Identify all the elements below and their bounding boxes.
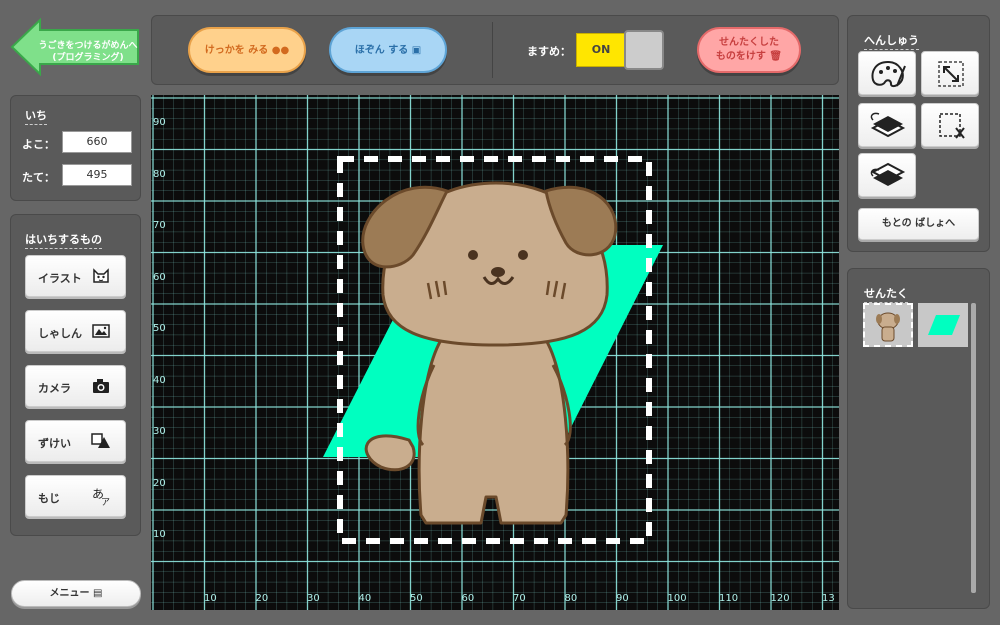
- resize-button[interactable]: [921, 51, 979, 95]
- floppy-icon: ▣: [411, 45, 422, 56]
- delete-label-line2: ものをけす 🗑: [715, 51, 783, 62]
- save-button[interactable]: ほぞん する ▣: [329, 27, 447, 73]
- y-position-input[interactable]: 495: [62, 164, 132, 186]
- x-tick-label: 100: [667, 593, 687, 604]
- x-tick-label: 70: [513, 593, 526, 604]
- y-tick-label: 50: [153, 323, 166, 334]
- y-tick-label: 30: [153, 426, 166, 437]
- x-label: よこ：: [22, 138, 55, 151]
- add-camera-button[interactable]: カメラ: [25, 365, 126, 407]
- shapes-icon: [91, 433, 110, 448]
- x-tick-label: 120: [770, 593, 790, 604]
- resize-icon: [938, 61, 964, 87]
- add-illustration-label: イラスト: [38, 272, 82, 285]
- bring-front-icon: [870, 112, 906, 138]
- eyes-icon: ●●: [271, 45, 290, 56]
- y-tick-label: 20: [153, 477, 166, 489]
- grid-label: ますめ：: [527, 45, 571, 58]
- toolbar-divider: [492, 22, 493, 78]
- x-tick-label: 13: [822, 593, 835, 604]
- dog-illustration[interactable]: [151, 95, 839, 610]
- add-illustration-button[interactable]: イラスト: [25, 255, 126, 297]
- grid-toggle-knob[interactable]: [624, 30, 664, 70]
- dog-thumbnail-image: [876, 312, 900, 342]
- delete-selected-button[interactable]: せんたくした ものをけす 🗑: [697, 27, 801, 73]
- add-photo-label: しゃしん: [38, 327, 82, 340]
- trash-icon: 🗑: [769, 51, 783, 62]
- save-label: ほぞん する: [354, 45, 409, 56]
- add-text-button[interactable]: もじ あ ア: [25, 475, 126, 517]
- x-tick-label: 30: [307, 593, 320, 604]
- photo-icon: [92, 324, 110, 338]
- palette-icon: [871, 60, 906, 88]
- reset-position-button[interactable]: もとの ばしょへ: [858, 208, 979, 240]
- x-tick-label: 10: [204, 593, 217, 604]
- y-tick-label: 10: [153, 529, 166, 540]
- parallelogram-thumbnail-image: [928, 315, 960, 335]
- add-shape-button[interactable]: ずけい: [25, 420, 126, 462]
- y-tick-label: 90: [153, 117, 166, 128]
- selection-title: せんたく: [864, 287, 908, 303]
- bring-to-front-button[interactable]: [858, 103, 916, 147]
- add-camera-label: カメラ: [38, 382, 71, 395]
- camera-icon: [93, 379, 109, 393]
- x-tick-label: 20: [255, 593, 269, 604]
- selection-scrollbar[interactable]: [971, 303, 976, 593]
- edit-title: へんしゅう: [864, 34, 919, 50]
- grid-toggle[interactable]: ON: [576, 30, 664, 70]
- y-tick-label: 60: [153, 271, 166, 283]
- x-position-input[interactable]: 660: [62, 131, 132, 153]
- x-tick-label: 50: [410, 593, 423, 604]
- x-tick-label: 110: [719, 593, 739, 604]
- parallelogram-thumbnail[interactable]: [918, 303, 968, 347]
- svg-text:ア: ア: [101, 498, 110, 506]
- place-title: はいちするもの: [25, 233, 102, 249]
- cat-face-icon: [93, 268, 109, 283]
- canvas-stage[interactable]: 90 80 70 60 50 40 30 20 10 10 20 30 40 50 60 70 80 90 100…: [151, 95, 839, 610]
- x-tick-label: 40: [358, 593, 372, 604]
- send-back-icon: [870, 162, 906, 186]
- y-tick-label: 40: [153, 374, 166, 386]
- y-label: たて：: [22, 171, 55, 184]
- crop-icon: [939, 113, 965, 139]
- menu-button[interactable]: メニュー ▤: [11, 580, 141, 607]
- x-tick-label: 80: [564, 593, 578, 604]
- dog-thumbnail[interactable]: [863, 303, 913, 347]
- color-palette-button[interactable]: [858, 51, 916, 95]
- delete-label-line1: せんたくした: [719, 37, 779, 48]
- position-title: いち: [25, 109, 47, 125]
- send-to-back-button[interactable]: [858, 153, 916, 197]
- check-result-label: けっかを みる: [204, 45, 269, 56]
- add-text-label: もじ: [38, 492, 60, 505]
- y-tick-label: 70: [153, 220, 166, 231]
- x-tick-label: 60: [461, 593, 475, 604]
- text-icon: あ ア: [92, 487, 110, 506]
- x-tick-label: 90: [616, 593, 629, 604]
- add-shape-label: ずけい: [38, 437, 71, 450]
- back-to-programming-button[interactable]: うごきをつけるがめんへ (プログラミング): [10, 17, 140, 77]
- y-tick-label: 80: [153, 168, 166, 180]
- add-photo-button[interactable]: しゃしん: [25, 310, 126, 352]
- grid-toggle-state: ON: [576, 33, 626, 67]
- back-label: うごきをつけるがめんへ (プログラミング): [38, 41, 138, 63]
- crop-button[interactable]: [921, 103, 979, 147]
- check-result-button[interactable]: けっかを みる ●●: [188, 27, 306, 73]
